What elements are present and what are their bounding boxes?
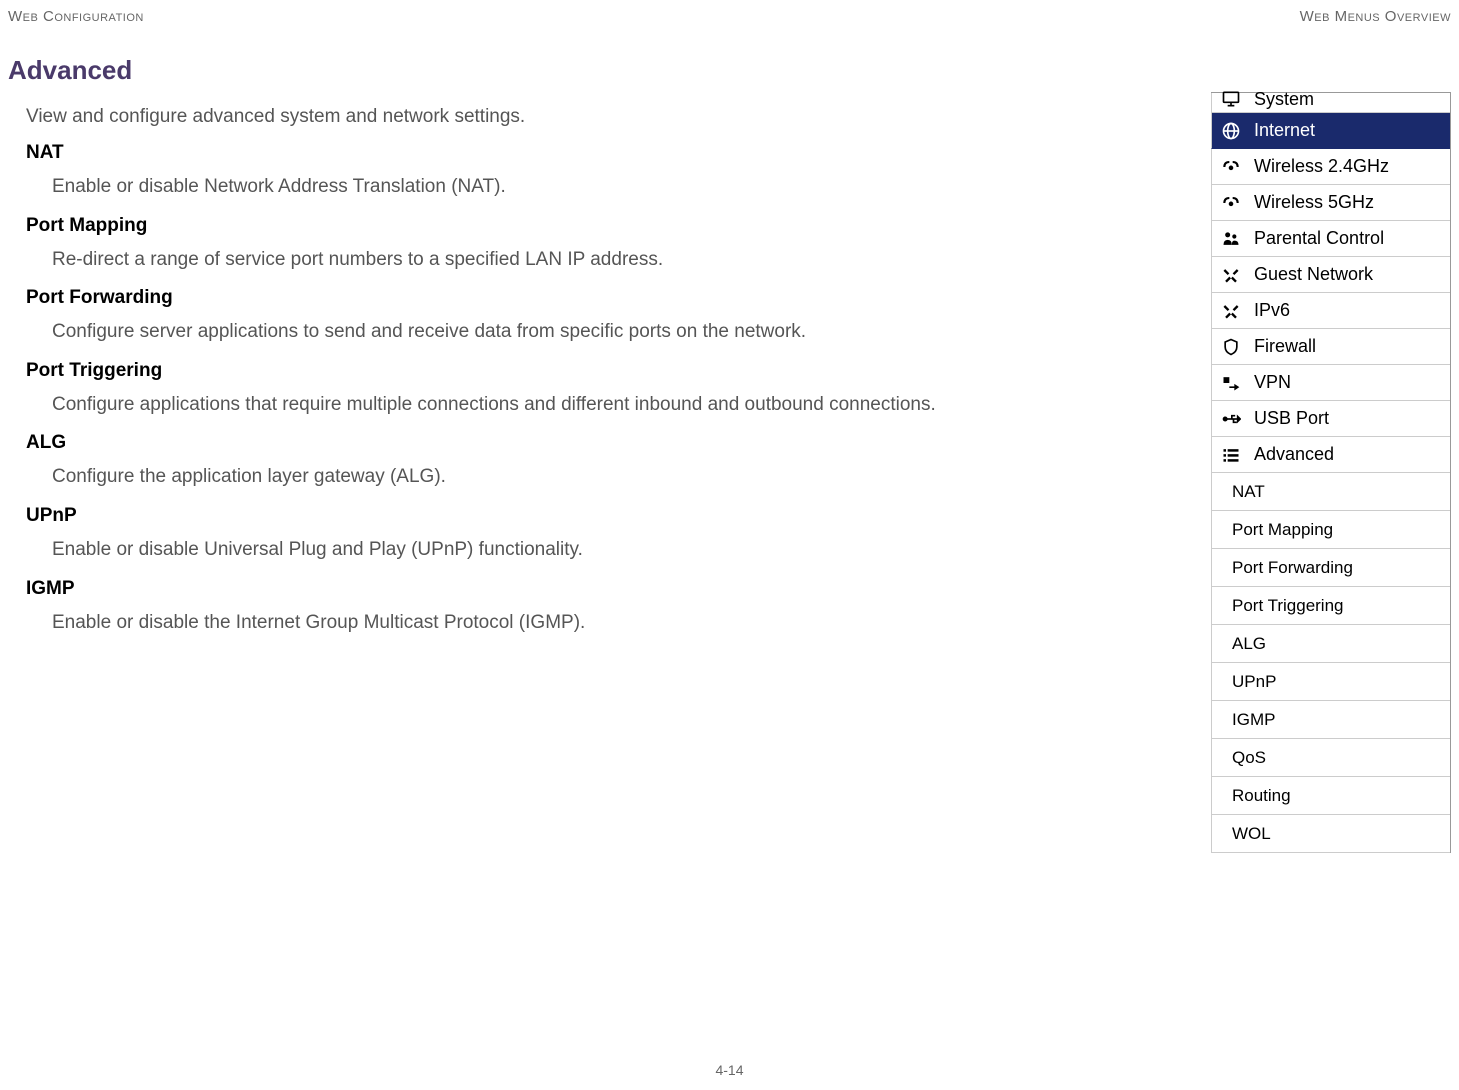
sidebar-item-usb[interactable]: USB Port bbox=[1211, 401, 1450, 437]
arrow-icon bbox=[1220, 372, 1242, 394]
sidebar-item-label: Guest Network bbox=[1254, 264, 1373, 285]
sidebar-menu: System Internet Wireless 2.4GHz Wireless… bbox=[1211, 92, 1451, 853]
item-desc-nat: Enable or disable Network Address Transl… bbox=[52, 174, 968, 201]
sidebar-item-advanced[interactable]: Advanced bbox=[1211, 437, 1450, 473]
sidebar-sub-port-triggering[interactable]: Port Triggering bbox=[1211, 587, 1450, 625]
globe-icon bbox=[1220, 120, 1242, 142]
sidebar-item-label: Wireless 2.4GHz bbox=[1254, 156, 1389, 177]
sidebar-sub-qos[interactable]: QoS bbox=[1211, 739, 1450, 777]
sidebar-sub-port-forwarding[interactable]: Port Forwarding bbox=[1211, 549, 1450, 587]
sidebar-item-wireless-24[interactable]: Wireless 2.4GHz bbox=[1211, 149, 1450, 185]
item-title-alg: ALG bbox=[26, 432, 968, 454]
usb-icon bbox=[1220, 408, 1242, 430]
sidebar-sub-alg[interactable]: ALG bbox=[1211, 625, 1450, 663]
shield-icon bbox=[1220, 336, 1242, 358]
page-number: 4-14 bbox=[715, 1062, 743, 1078]
sidebar-item-label: Advanced bbox=[1254, 444, 1334, 465]
section-title: Advanced bbox=[8, 55, 968, 86]
sidebar-item-label: IPv6 bbox=[1254, 300, 1290, 321]
item-title-nat: NAT bbox=[26, 142, 968, 164]
sidebar-item-label: System bbox=[1254, 89, 1314, 110]
sidebar-item-firewall[interactable]: Firewall bbox=[1211, 329, 1450, 365]
item-desc-upnp: Enable or disable Universal Plug and Pla… bbox=[52, 537, 968, 564]
sidebar-item-internet[interactable]: Internet bbox=[1211, 113, 1450, 149]
tools-icon bbox=[1220, 264, 1242, 286]
item-desc-port-triggering: Configure applications that require mult… bbox=[52, 392, 968, 419]
sidebar-sub-routing[interactable]: Routing bbox=[1211, 777, 1450, 815]
sidebar-sub-igmp[interactable]: IGMP bbox=[1211, 701, 1450, 739]
item-desc-port-forwarding: Configure server applications to send an… bbox=[52, 319, 968, 346]
sidebar-sub-upnp[interactable]: UPnP bbox=[1211, 663, 1450, 701]
monitor-icon bbox=[1220, 88, 1242, 110]
sidebar-sub-port-mapping[interactable]: Port Mapping bbox=[1211, 511, 1450, 549]
sidebar-item-label: Firewall bbox=[1254, 336, 1316, 357]
item-title-upnp: UPnP bbox=[26, 505, 968, 527]
section-intro: View and configure advanced system and n… bbox=[26, 106, 968, 128]
item-title-igmp: IGMP bbox=[26, 578, 968, 600]
sidebar-item-parental[interactable]: Parental Control bbox=[1211, 221, 1450, 257]
item-title-port-mapping: Port Mapping bbox=[26, 215, 968, 237]
sidebar-item-system[interactable]: System bbox=[1211, 93, 1450, 113]
sidebar-sub-nat[interactable]: NAT bbox=[1211, 473, 1450, 511]
sidebar-item-label: Wireless 5GHz bbox=[1254, 192, 1374, 213]
item-title-port-triggering: Port Triggering bbox=[26, 360, 968, 382]
item-desc-port-mapping: Re-direct a range of service port number… bbox=[52, 247, 968, 274]
item-desc-alg: Configure the application layer gateway … bbox=[52, 464, 968, 491]
header-left: Web Configuration bbox=[8, 8, 144, 25]
item-title-port-forwarding: Port Forwarding bbox=[26, 287, 968, 309]
sidebar-item-wireless-5[interactable]: Wireless 5GHz bbox=[1211, 185, 1450, 221]
sidebar-item-ipv6[interactable]: IPv6 bbox=[1211, 293, 1450, 329]
sidebar-item-guest[interactable]: Guest Network bbox=[1211, 257, 1450, 293]
sidebar-item-label: VPN bbox=[1254, 372, 1291, 393]
wifi-icon bbox=[1220, 192, 1242, 214]
users-icon bbox=[1220, 228, 1242, 250]
sidebar-item-label: Internet bbox=[1254, 120, 1315, 141]
list-icon bbox=[1220, 444, 1242, 466]
tools-icon bbox=[1220, 300, 1242, 322]
sidebar-item-label: USB Port bbox=[1254, 408, 1329, 429]
sidebar-sub-wol[interactable]: WOL bbox=[1211, 815, 1450, 853]
wifi-icon bbox=[1220, 156, 1242, 178]
item-desc-igmp: Enable or disable the Internet Group Mul… bbox=[52, 610, 968, 637]
header-right: Web Menus Overview bbox=[1300, 8, 1451, 25]
content-body: Advanced View and configure advanced sys… bbox=[8, 55, 968, 650]
sidebar-item-label: Parental Control bbox=[1254, 228, 1384, 249]
sidebar-item-vpn[interactable]: VPN bbox=[1211, 365, 1450, 401]
